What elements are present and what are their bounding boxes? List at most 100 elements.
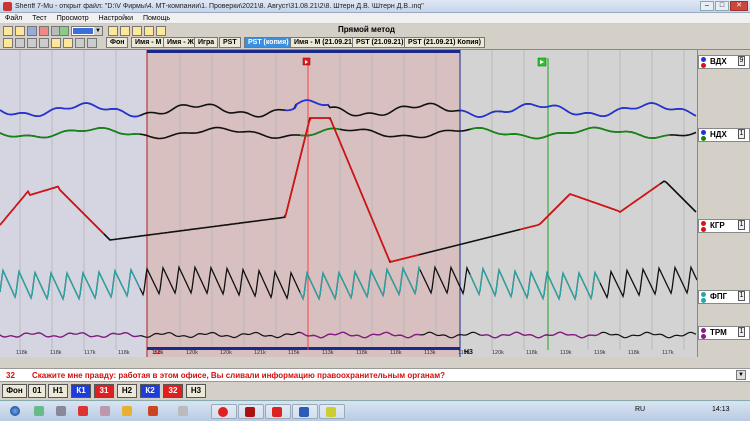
tab-name-m[interactable]: Имя - М xyxy=(131,37,166,48)
save-icon[interactable] xyxy=(132,26,142,36)
polygraph-chart[interactable]: 118k 118k 117k 118k 119k 120k 120k 121k 115k 113k… xyxy=(0,50,697,357)
maximize-button[interactable]: □ xyxy=(715,1,729,11)
folder2-icon[interactable] xyxy=(3,38,13,48)
menu-help[interactable]: Помощь xyxy=(138,15,175,22)
taskbar-app-8[interactable] xyxy=(211,404,237,419)
time-label: 118k xyxy=(356,350,368,356)
dot-icon xyxy=(701,136,706,141)
taskbar-app-2[interactable] xyxy=(50,404,72,419)
time-label: 118k xyxy=(16,350,28,356)
menu-test[interactable]: Тест xyxy=(27,15,51,22)
chevron-down-icon: ▼ xyxy=(94,27,102,35)
question-bar: 32 Скажите мне правду: работая в этом оф… xyxy=(0,368,750,382)
minimize-button[interactable]: – xyxy=(700,1,714,11)
taskbar-app-9[interactable] xyxy=(238,404,264,419)
polygraph-traces: 118k 118k 117k 118k 119k 120k 120k 121k 115k 113k… xyxy=(0,50,697,357)
channel-ndh-num[interactable]: 1 xyxy=(738,129,745,139)
calc-icon[interactable] xyxy=(75,38,85,48)
start-button[interactable] xyxy=(4,404,26,419)
time-label: 118k xyxy=(390,350,402,356)
channel-fpg[interactable]: ФПГ 1 xyxy=(698,290,750,304)
channel-trm-num[interactable]: 1 xyxy=(738,327,745,337)
folder-open-icon[interactable] xyxy=(120,26,130,36)
app-icon xyxy=(3,1,12,11)
green-flag-icon[interactable] xyxy=(537,57,547,67)
grid-icon[interactable] xyxy=(27,38,37,48)
list-icon[interactable] xyxy=(15,38,25,48)
dot-icon xyxy=(701,130,706,135)
channel-fpg-num[interactable]: 1 xyxy=(738,291,745,301)
channel-kgr-num[interactable]: 1 xyxy=(738,220,745,230)
dot-icon xyxy=(701,298,706,303)
time-label: 119k xyxy=(560,350,572,356)
table-icon[interactable] xyxy=(39,38,49,48)
question-region xyxy=(147,50,460,357)
q-button-bg[interactable]: Фон xyxy=(2,384,27,398)
tab-pst[interactable]: PST xyxy=(219,37,241,48)
open-icon[interactable] xyxy=(15,26,25,36)
taskbar-app-10[interactable] xyxy=(265,404,291,419)
menu-file[interactable]: Файл xyxy=(0,15,27,22)
record-icon[interactable] xyxy=(39,26,49,36)
tab-game[interactable]: Игра xyxy=(194,37,219,48)
folder3-icon[interactable] xyxy=(51,38,61,48)
taskbar-sheriff[interactable] xyxy=(319,404,345,419)
speed-select[interactable]: ▼ xyxy=(71,26,103,36)
taskbar-app-3[interactable] xyxy=(72,404,94,419)
tab-pst-date-copy[interactable]: PST (21.09.21) Копия) xyxy=(404,37,485,48)
post-question-region xyxy=(460,50,697,357)
window-title: Sheriff 7-Mu - открыт файл: "D:\V Фирмы\… xyxy=(15,2,424,10)
tab-pst-date[interactable]: PST (21.09.21) xyxy=(352,37,408,48)
channel-trm-name: ТРМ xyxy=(710,328,727,337)
language-indicator[interactable]: RU xyxy=(635,406,645,413)
chevron-down-icon[interactable]: ▼ xyxy=(736,370,746,380)
scrollbar-area[interactable] xyxy=(0,357,750,368)
q-button-31[interactable]: 31 xyxy=(94,384,114,398)
dot-icon xyxy=(701,292,706,297)
channel-vdh-num[interactable]: 9 xyxy=(738,56,745,66)
channel-vdh[interactable]: ВДХ 9 xyxy=(698,55,750,69)
tab-name-m-date[interactable]: Имя - М (21.09.21) xyxy=(290,37,359,48)
tab-background[interactable]: Фон xyxy=(106,37,129,48)
time-label: 121k xyxy=(254,350,266,356)
close-button[interactable]: ✕ xyxy=(730,1,748,11)
folder4-icon[interactable] xyxy=(63,38,73,48)
time-label: 118k xyxy=(50,350,62,356)
q-button-n1[interactable]: Н1 xyxy=(48,384,68,398)
tab-pst-copy[interactable]: PST (копия) xyxy=(244,37,293,48)
red-flag-icon[interactable] xyxy=(302,57,311,66)
folder-icon[interactable] xyxy=(108,26,118,36)
taskbar-app-7[interactable] xyxy=(172,404,194,419)
taskbar-app-6[interactable] xyxy=(142,404,164,419)
menu-view[interactable]: Просмотр xyxy=(52,15,94,22)
chart-icon[interactable] xyxy=(59,26,69,36)
speed-select-value xyxy=(73,28,93,34)
export-icon[interactable] xyxy=(144,26,154,36)
time-label: 118k xyxy=(526,350,538,356)
menu-bar: Файл Тест Просмотр Настройки Помощь xyxy=(0,13,750,24)
new-icon[interactable] xyxy=(3,26,13,36)
dot-icon xyxy=(701,57,706,62)
import-icon[interactable] xyxy=(156,26,166,36)
channel-kgr[interactable]: КГР 1 xyxy=(698,219,750,233)
q-button-01[interactable]: 01 xyxy=(28,384,46,398)
channel-vdh-name: ВДХ xyxy=(710,57,727,66)
time-label: 118k xyxy=(118,350,130,356)
taskbar-app-1[interactable] xyxy=(28,404,50,419)
q-button-n2[interactable]: Н2 xyxy=(117,384,137,398)
taskbar-app-5[interactable] xyxy=(116,404,138,419)
taskbar-word[interactable] xyxy=(292,404,318,419)
time-label: 113k xyxy=(424,350,436,356)
channel-trm[interactable]: ТРМ 1 xyxy=(698,326,750,340)
q-button-32[interactable]: 32 xyxy=(163,384,183,398)
taskbar-app-4[interactable] xyxy=(94,404,116,419)
doc-icon[interactable] xyxy=(87,38,97,48)
settings-icon[interactable] xyxy=(27,26,37,36)
clock[interactable]: 14:13 xyxy=(712,406,730,413)
q-button-k2[interactable]: К2 xyxy=(140,384,160,398)
channel-ndh[interactable]: НДХ 1 xyxy=(698,128,750,142)
q-button-k1[interactable]: К1 xyxy=(71,384,91,398)
q-button-n3[interactable]: Н3 xyxy=(186,384,206,398)
menu-settings[interactable]: Настройки xyxy=(94,15,138,22)
tab-name-f[interactable]: Имя - Ж xyxy=(163,37,198,48)
